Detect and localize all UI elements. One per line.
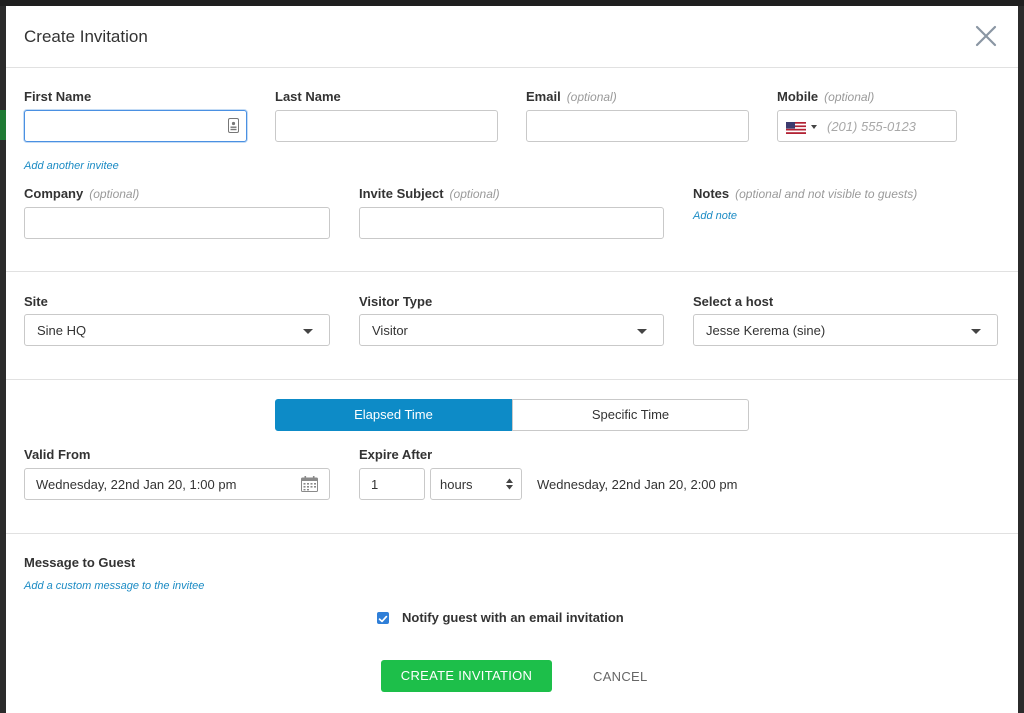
modal-header: Create Invitation <box>6 6 1018 68</box>
host-label: Select a host <box>693 294 774 309</box>
last-name-field[interactable] <box>275 110 498 142</box>
create-invitation-modal: Create Invitation First Name Last Name E… <box>6 6 1018 713</box>
expire-unit-value: hours <box>440 477 473 492</box>
mobile-optional-hint: (optional) <box>824 90 875 104</box>
visitor-type-label: Visitor Type <box>359 294 433 309</box>
add-custom-message-link[interactable]: Add a custom message to the invitee <box>24 580 204 592</box>
expire-result-text: Wednesday, 22nd Jan 20, 2:00 pm <box>537 477 738 492</box>
stepper-arrows-icon[interactable] <box>506 478 513 493</box>
email-field[interactable] <box>526 110 749 142</box>
chevron-down-icon[interactable] <box>303 329 313 334</box>
visitor-type-selected-value: Visitor <box>372 323 408 338</box>
notes-label: Notes (optional and not visible to guests… <box>693 186 917 201</box>
valid-from-value: Wednesday, 22nd Jan 20, 1:00 pm <box>36 477 237 492</box>
valid-from-field[interactable]: Wednesday, 22nd Jan 20, 1:00 pm <box>24 468 330 500</box>
mobile-label-text: Mobile <box>777 89 819 104</box>
site-select[interactable]: Sine HQ <box>24 314 330 346</box>
mobile-field[interactable]: (201) 555-0123 <box>777 110 957 142</box>
add-note-link[interactable]: Add note <box>693 210 737 222</box>
tab-elapsed-time[interactable]: Elapsed Time <box>275 399 512 431</box>
subject-optional-hint: (optional) <box>449 187 500 201</box>
chevron-down-icon[interactable] <box>971 329 981 334</box>
email-label-text: Email <box>526 89 561 104</box>
mobile-placeholder: (201) 555-0123 <box>827 119 916 134</box>
invite-subject-label: Invite Subject (optional) <box>359 186 500 201</box>
message-to-guest-label: Message to Guest <box>24 555 136 570</box>
company-field[interactable] <box>24 207 330 239</box>
visitor-type-select[interactable]: Visitor <box>359 314 664 346</box>
country-caret-icon[interactable] <box>811 125 817 129</box>
company-label-text: Company <box>24 186 84 201</box>
close-icon[interactable] <box>974 24 998 48</box>
first-name-field[interactable] <box>24 110 247 142</box>
valid-from-label: Valid From <box>24 447 91 462</box>
section-divider <box>6 533 1018 534</box>
expire-amount-value: 1 <box>371 477 379 492</box>
first-name-label: First Name <box>24 89 92 104</box>
chevron-down-icon[interactable] <box>637 329 647 334</box>
company-optional-hint: (optional) <box>89 187 140 201</box>
company-label: Company (optional) <box>24 186 139 201</box>
notify-label: Notify guest with an email invitation <box>402 610 624 625</box>
modal-title: Create Invitation <box>24 27 148 46</box>
calendar-icon[interactable] <box>301 476 318 495</box>
email-optional-hint: (optional) <box>566 90 617 104</box>
contact-card-icon[interactable] <box>228 118 239 136</box>
notes-optional-hint: (optional and not visible to guests) <box>735 187 918 201</box>
cancel-button[interactable]: CANCEL <box>593 669 648 684</box>
us-flag-icon[interactable] <box>786 122 806 137</box>
expire-after-label: Expire After <box>359 447 433 462</box>
email-label: Email (optional) <box>526 89 617 104</box>
site-selected-value: Sine HQ <box>37 323 87 338</box>
host-selected-value: Jesse Kerema (sine) <box>706 323 826 338</box>
tab-specific-time[interactable]: Specific Time <box>512 399 749 431</box>
section-divider <box>6 271 1018 272</box>
add-another-invitee-link[interactable]: Add another invitee <box>24 160 119 172</box>
invite-subject-field[interactable] <box>359 207 664 239</box>
notify-checkbox[interactable] <box>377 612 389 624</box>
section-divider <box>6 379 1018 380</box>
create-invitation-button[interactable]: CREATE INVITATION <box>381 660 552 692</box>
notes-label-text: Notes <box>693 186 730 201</box>
checkmark-icon <box>378 615 388 623</box>
expire-unit-select[interactable]: hours <box>430 468 522 500</box>
last-name-label: Last Name <box>275 89 341 104</box>
host-select[interactable]: Jesse Kerema (sine) <box>693 314 998 346</box>
site-label: Site <box>24 294 48 309</box>
mobile-label: Mobile (optional) <box>777 89 874 104</box>
expire-amount-field[interactable]: 1 <box>359 468 425 500</box>
invite-subject-label-text: Invite Subject <box>359 186 444 201</box>
